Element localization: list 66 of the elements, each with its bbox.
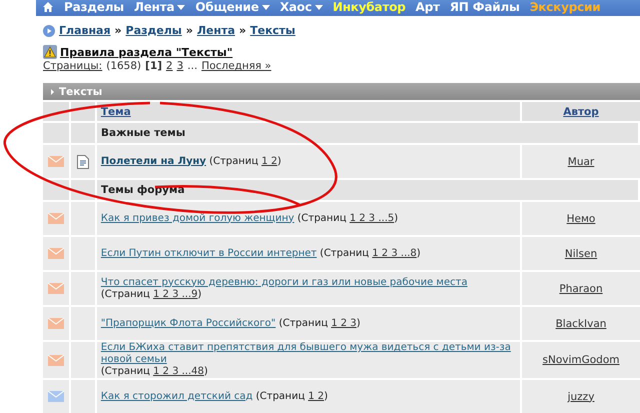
bracket: ) (416, 248, 421, 258)
topic-pages-link[interactable]: 1 2 3 ...5 (350, 212, 394, 224)
section-title: Темы форума (97, 180, 640, 200)
nav-link[interactable]: Арт (416, 0, 440, 14)
forum-title: Тексты (59, 86, 102, 98)
author-link[interactable]: Nilsen (564, 248, 598, 260)
topic-link[interactable]: Полетели на Луну (100, 156, 206, 168)
pages-label: (Страниц (100, 288, 150, 300)
pages-label: (Страниц (297, 212, 346, 224)
topic-pages-link[interactable]: 1 2 3 ...9 (153, 288, 198, 300)
topic-link[interactable]: Как я привез домой голую женщину (100, 212, 294, 224)
nav-link[interactable]: Разделы (64, 0, 124, 14)
topic-link[interactable]: Что спасет русскую деревню: дороги и газ или новые рабочие места (100, 276, 468, 288)
topic-pages-link[interactable]: 1 2 3 ...8 (372, 248, 417, 258)
bracket: ) (356, 318, 360, 328)
bracket: ) (277, 156, 282, 166)
rules-link[interactable]: Правила раздела "Тексты" (60, 46, 233, 58)
breadcrumb-link[interactable]: Лента (197, 24, 235, 37)
author-link[interactable]: BlackIvan (556, 318, 606, 330)
topic-pages-link[interactable]: 1 2 3 (331, 318, 357, 328)
nav-link[interactable]: Хаос (280, 0, 323, 14)
pages-link[interactable]: Страницы: (43, 60, 102, 72)
author-link[interactable]: sNovimGodom (542, 354, 620, 366)
page-count: (1658) (106, 60, 142, 72)
pages-label: (Страниц (320, 248, 369, 258)
author-link[interactable]: Muar (568, 156, 594, 168)
nav-link[interactable]: Инкубатор (332, 0, 406, 14)
ellipsis: ... (187, 60, 198, 72)
topic-link[interactable]: Как я сторожил детский сад (100, 390, 253, 402)
breadcrumb-link[interactable]: Главная (59, 24, 111, 37)
pages-label: (Страниц (256, 390, 305, 402)
current-page: [1] (145, 60, 162, 72)
breadcrumb-link[interactable]: Тексты (250, 24, 296, 37)
author-link[interactable]: juzzy (568, 390, 594, 402)
column-sort-link[interactable]: Автор (563, 106, 599, 118)
play-icon (43, 24, 55, 36)
nav-link[interactable]: ЯП Файлы (450, 0, 520, 14)
author-link[interactable]: Pharaon (559, 282, 603, 294)
bracket: ) (394, 212, 398, 224)
pages-label: (Страниц (100, 366, 150, 377)
page-link[interactable]: 3 (176, 60, 184, 72)
home-icon[interactable] (42, 1, 54, 13)
author-link[interactable]: Немо (566, 212, 596, 224)
topic-link[interactable]: Если Путин отключит в России интернет (100, 248, 317, 260)
bracket: ) (324, 390, 328, 402)
section-title: Важные темы (97, 123, 640, 143)
nav-link[interactable]: Лента (134, 0, 186, 14)
warning-icon (43, 45, 57, 59)
page-link[interactable]: 2 (166, 60, 173, 72)
last-page-link[interactable]: Последняя » (201, 60, 272, 72)
pages-label: (Страниц (209, 156, 258, 166)
topic-link[interactable]: Если БЖиха ставит препятствия для бывшего мужа видеться с детьми из-за новой семьи (100, 342, 516, 366)
topic-pages-link[interactable]: 1 2 3 ...48 (153, 366, 204, 377)
separator: » (114, 24, 122, 37)
breadcrumb-link[interactable]: Разделы (126, 24, 182, 37)
separator: » (186, 24, 193, 37)
separator: » (239, 24, 246, 37)
bullet-icon (51, 88, 54, 94)
topic-pages-link[interactable]: 1 2 (261, 156, 278, 166)
bracket: ) (198, 288, 202, 300)
nav-link[interactable]: Общение (195, 0, 270, 14)
column-sort-link[interactable]: Тема (100, 106, 131, 118)
topic-pages-link[interactable]: 1 2 (308, 390, 324, 402)
topic-link[interactable]: "Прапорщик Флота Российского" (100, 318, 276, 330)
pages-label: (Страниц (278, 318, 328, 328)
bracket: ) (204, 366, 208, 377)
